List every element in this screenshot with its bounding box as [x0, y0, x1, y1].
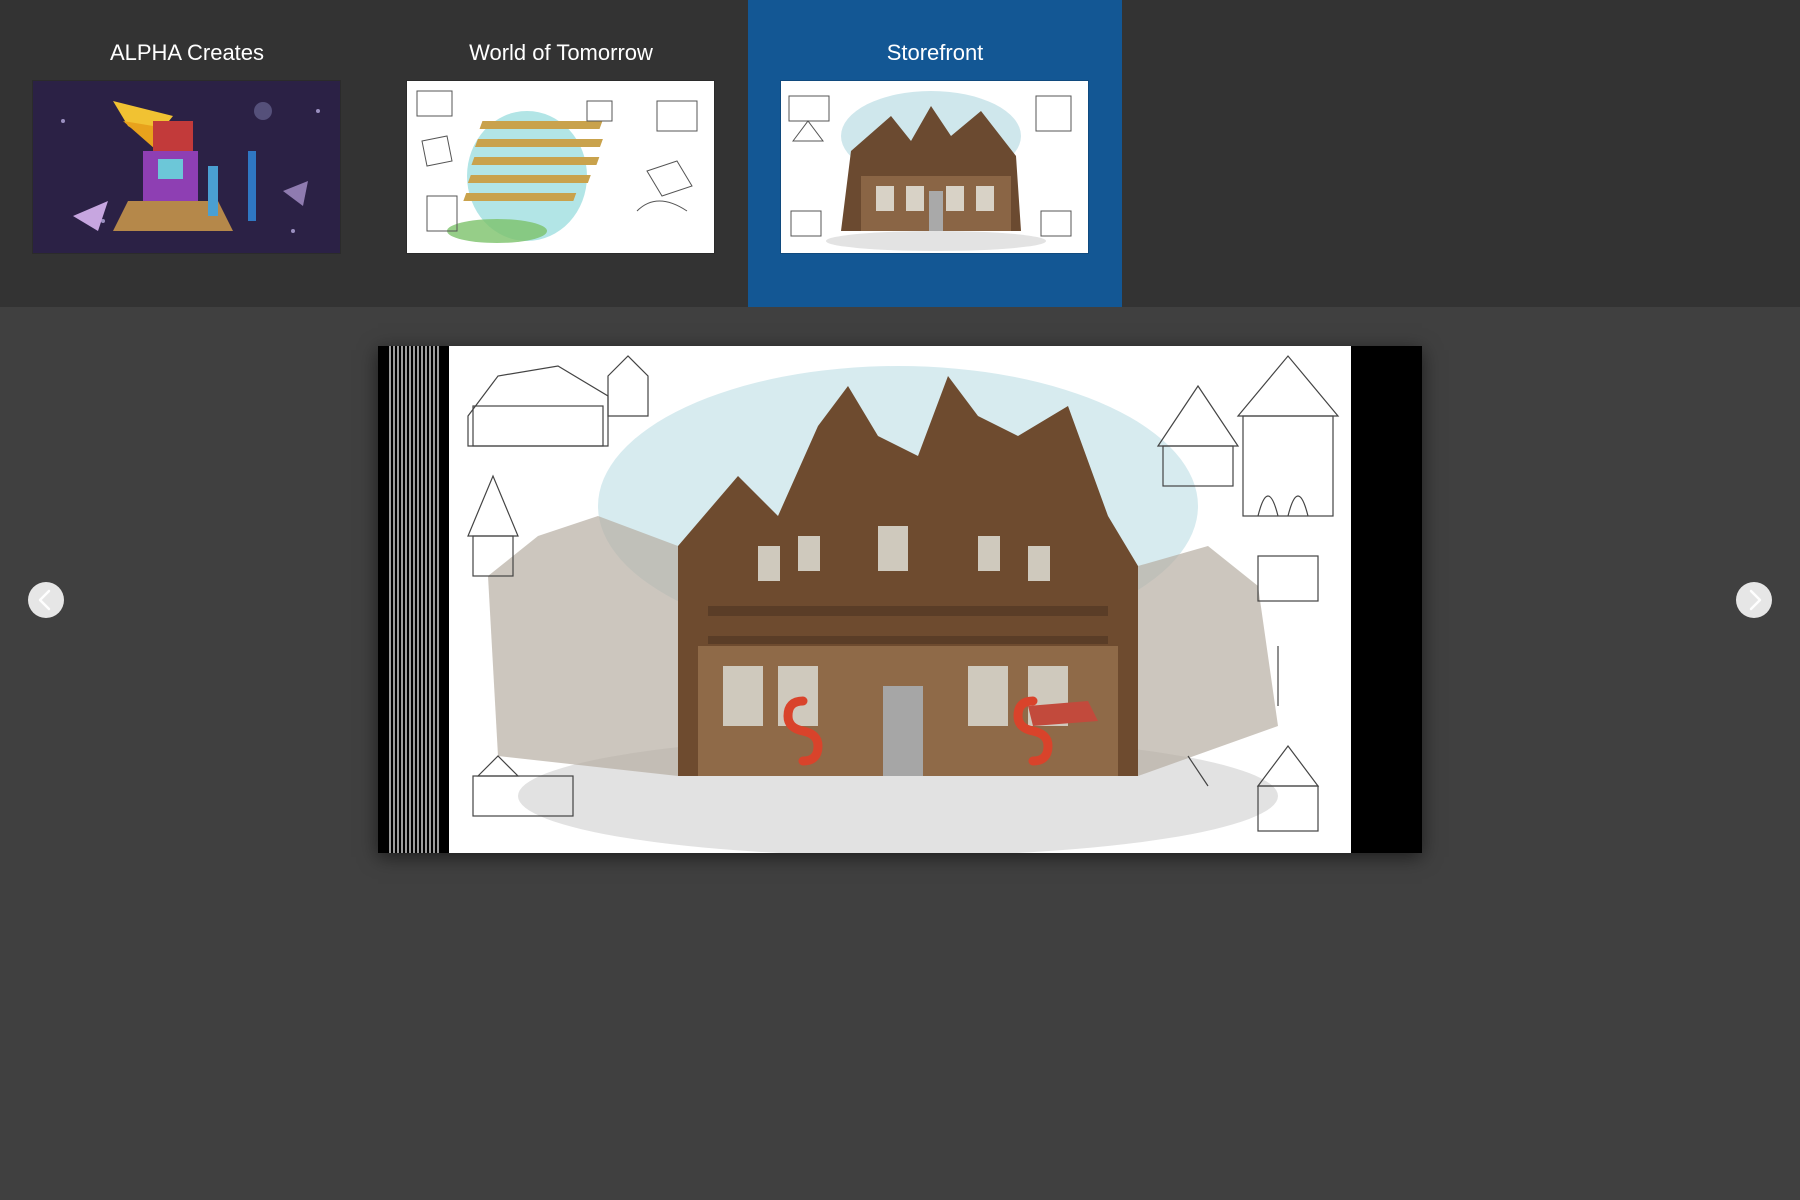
gallery-tile-world-of-tomorrow[interactable]: World of Tomorrow [374, 0, 748, 307]
gallery-tile-title: ALPHA Creates [109, 40, 265, 65]
chevron-left-icon [38, 589, 51, 611]
gallery-tile-storefront[interactable]: Storefront [748, 0, 1122, 307]
previous-button[interactable] [28, 582, 64, 618]
storefront-thumbnail [781, 81, 1088, 253]
gallery-tile-title: Storefront [886, 40, 984, 65]
chevron-right-icon [1749, 589, 1762, 611]
image-viewer-area [0, 307, 1800, 1200]
main-artwork-image [378, 346, 1422, 853]
gallery-strip: ALPHA Creates World of Tomorrow Storefro… [0, 0, 1800, 307]
gallery-tile-alpha-creates[interactable]: ALPHA Creates [0, 0, 374, 307]
world-of-tomorrow-thumbnail [407, 81, 714, 253]
gallery-tile-title: World of Tomorrow [469, 40, 653, 65]
alpha-creates-thumbnail [33, 81, 340, 253]
next-button[interactable] [1736, 582, 1772, 618]
